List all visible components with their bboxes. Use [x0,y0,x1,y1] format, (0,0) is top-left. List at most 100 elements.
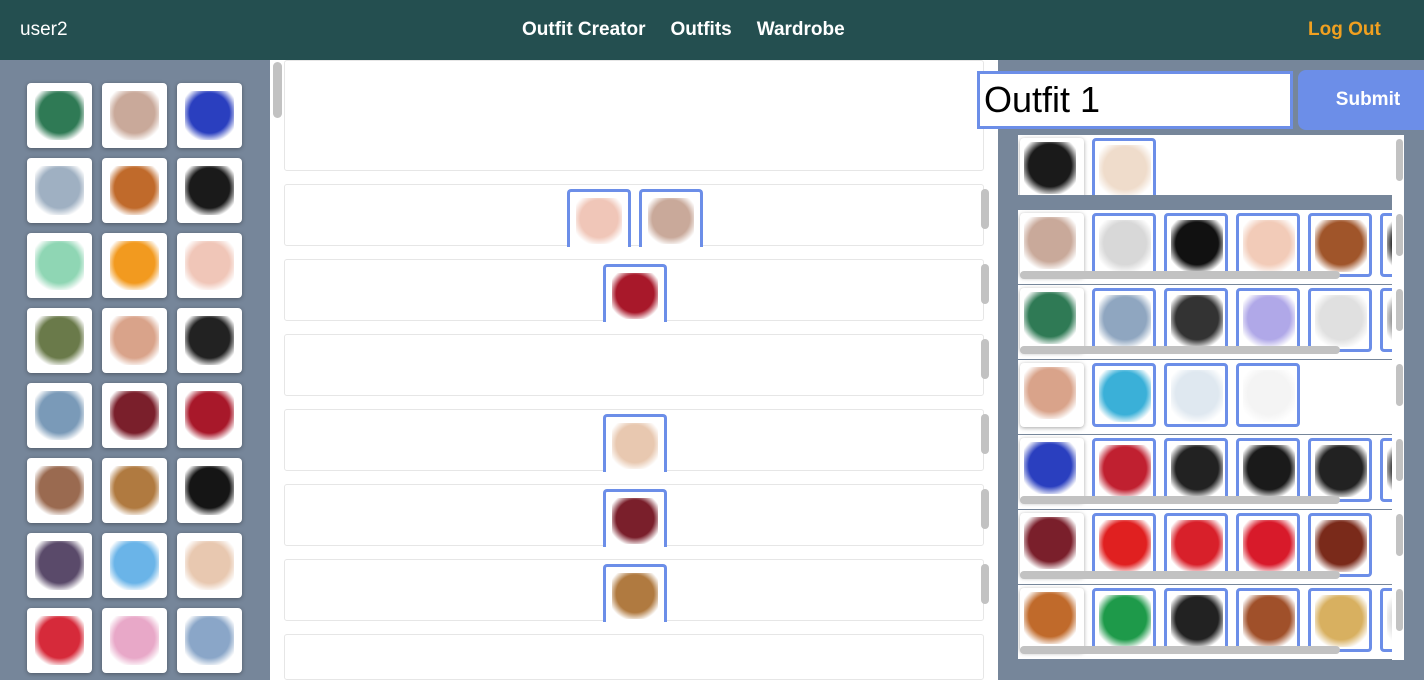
category-item[interactable] [1380,588,1392,652]
slot-accessories[interactable] [284,559,989,622]
category-item[interactable] [1092,588,1156,652]
wardrobe-item[interactable] [102,608,167,673]
wardrobe-item[interactable] [27,383,92,448]
category-item[interactable] [1020,363,1084,427]
category-item[interactable] [1380,288,1392,352]
wardrobe-item[interactable] [102,458,167,523]
row-vertical-scrollbar[interactable] [1396,214,1403,256]
category-item[interactable] [1164,288,1228,352]
category-item[interactable] [1092,438,1156,502]
row-vertical-scrollbar[interactable] [1396,514,1403,556]
slot-bottoms[interactable] [284,259,989,322]
selected-item[interactable] [603,564,667,622]
wardrobe-item[interactable] [177,83,242,148]
row-vertical-scrollbar[interactable] [1396,439,1403,481]
category-item[interactable] [1020,138,1084,195]
selected-item[interactable] [603,489,667,547]
category-item[interactable] [1308,438,1372,502]
striped-trousers-icon [1171,295,1223,347]
category-item[interactable] [1236,438,1300,502]
selected-item[interactable] [567,189,631,247]
wardrobe-item[interactable] [177,158,242,223]
category-item[interactable] [1092,213,1156,277]
wardrobe-item[interactable] [102,158,167,223]
row-scrollbar[interactable] [1020,496,1340,504]
category-item[interactable] [1020,213,1084,277]
wardrobe-item[interactable] [27,308,92,373]
category-item[interactable] [1308,513,1372,577]
wardrobe-item[interactable] [177,308,242,373]
selected-item[interactable] [603,264,667,322]
category-item[interactable] [1308,213,1372,277]
wardrobe-item[interactable] [177,608,242,673]
selected-item[interactable] [603,414,667,472]
category-item[interactable] [1164,438,1228,502]
slot-bags[interactable] [284,484,989,547]
category-item[interactable] [1236,363,1300,427]
wardrobe-item[interactable] [177,233,242,298]
wardrobe-item[interactable] [102,383,167,448]
row-scrollbar[interactable] [1020,646,1340,654]
row-scrollbar[interactable] [1020,571,1340,579]
slot-tops[interactable] [284,184,989,247]
wardrobe-item[interactable] [102,308,167,373]
wardrobe-item[interactable] [27,233,92,298]
category-item[interactable] [1020,588,1084,652]
outfit-name-input[interactable] [977,71,1293,129]
wardrobe-item[interactable] [102,83,167,148]
slot-scrollbar[interactable] [981,264,989,304]
category-item[interactable] [1092,513,1156,577]
category-item[interactable] [1380,213,1392,277]
submit-button[interactable]: Submit [1298,70,1424,130]
category-item[interactable] [1236,513,1300,577]
nav-wardrobe[interactable]: Wardrobe [757,19,845,41]
category-item[interactable] [1164,588,1228,652]
wardrobe-item[interactable] [102,533,167,598]
wardrobe-item[interactable] [177,383,242,448]
slot-scrollbar[interactable] [981,189,989,229]
category-item[interactable] [1308,588,1372,652]
wardrobe-item[interactable] [102,233,167,298]
wardrobe-item[interactable] [27,608,92,673]
category-item[interactable] [1020,438,1084,502]
category-item[interactable] [1020,513,1084,577]
category-item[interactable] [1308,288,1372,352]
logout-link[interactable]: Log Out [1308,19,1381,41]
category-item[interactable] [1092,288,1156,352]
category-item[interactable] [1092,363,1156,427]
slot-swimwear[interactable] [284,334,989,396]
category-item[interactable] [1020,288,1084,352]
slot-scrollbar[interactable] [981,339,989,379]
wardrobe-item[interactable] [177,533,242,598]
row-vertical-scrollbar[interactable] [1396,364,1403,406]
row-vertical-scrollbar[interactable] [1396,289,1403,331]
wardrobe-item[interactable] [177,458,242,523]
category-item[interactable] [1164,213,1228,277]
slot-shoes[interactable] [284,409,989,472]
nav-outfits[interactable]: Outfits [671,19,732,41]
category-item[interactable] [1236,288,1300,352]
wardrobe-item[interactable] [27,533,92,598]
wardrobe-item[interactable] [27,158,92,223]
row-vertical-scrollbar[interactable] [1396,589,1403,631]
nav-outfit-creator[interactable]: Outfit Creator [522,19,646,41]
slot-headwear[interactable] [284,60,984,171]
category-item[interactable] [1236,588,1300,652]
category-item[interactable] [1164,513,1228,577]
slot-extra[interactable] [284,634,984,680]
category-item[interactable] [1380,438,1392,502]
row-scrollbar[interactable] [1020,346,1340,354]
wardrobe-item[interactable] [27,458,92,523]
category-item[interactable] [1164,363,1228,427]
category-item[interactable] [1092,138,1156,195]
slot-scrollbar[interactable] [981,489,989,529]
wardrobe-item[interactable] [27,83,92,148]
slot-scrollbar[interactable] [981,564,989,604]
row-vertical-scrollbar[interactable] [1396,139,1403,181]
row-scrollbar[interactable] [1020,271,1340,279]
category-row-swimwear [1018,360,1392,434]
slot-scrollbar[interactable] [981,414,989,454]
category-item[interactable] [1236,213,1300,277]
selected-item[interactable] [639,189,703,247]
canvas-scrollbar[interactable] [273,62,282,118]
